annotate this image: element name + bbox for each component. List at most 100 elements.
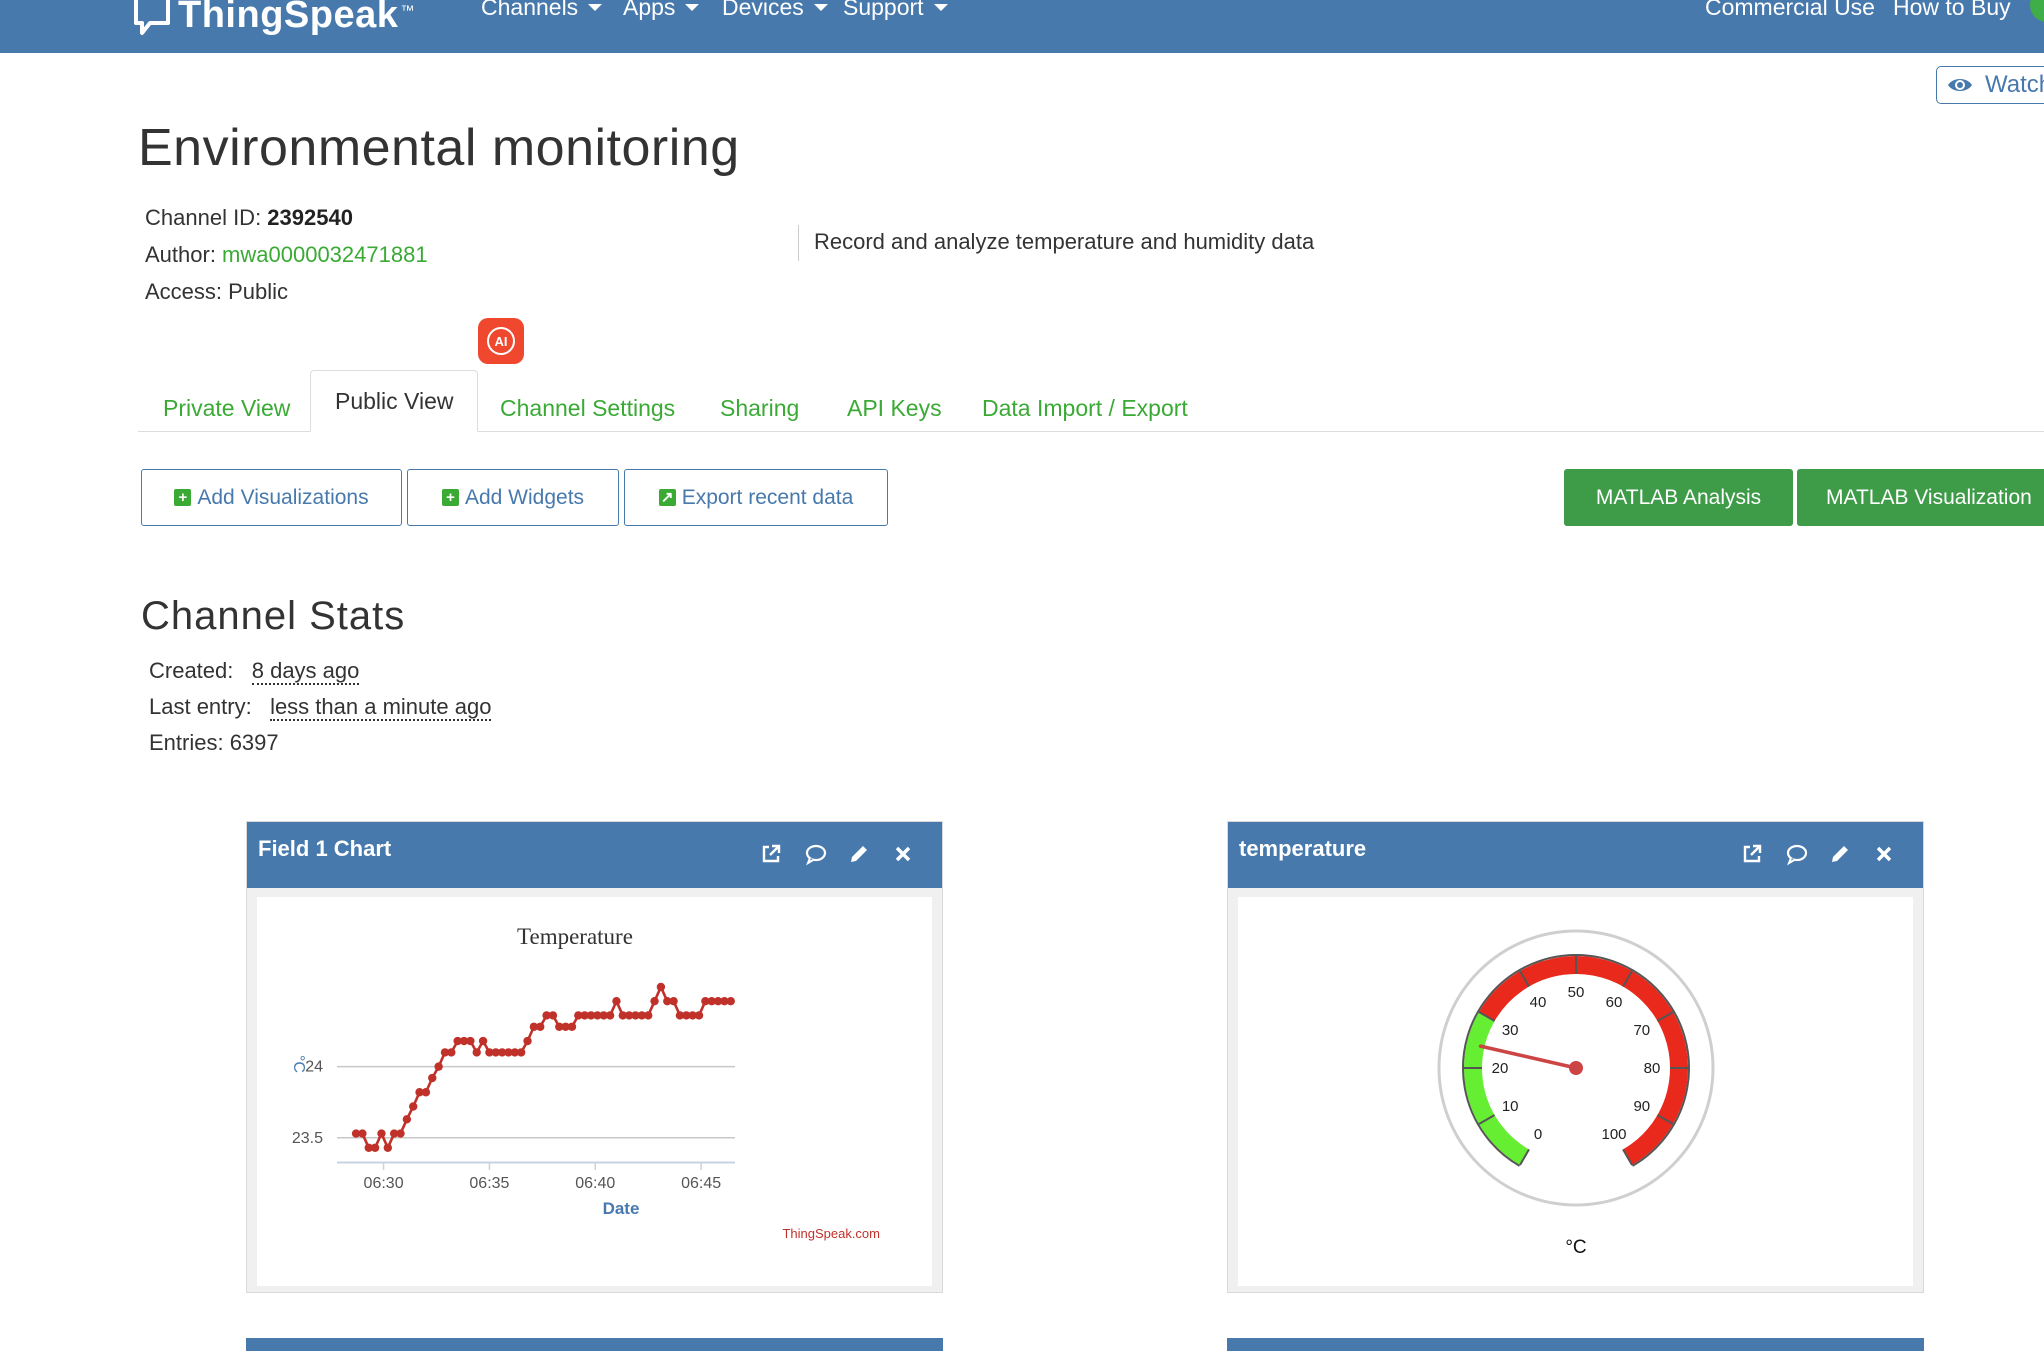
add-widgets-button[interactable]: + Add Widgets bbox=[407, 469, 619, 526]
data-point bbox=[548, 1011, 558, 1020]
data-point bbox=[605, 1011, 615, 1020]
page-title: Environmental monitoring bbox=[138, 119, 740, 177]
chart-title: Temperature bbox=[517, 924, 633, 949]
author-link[interactable]: mwa0000032471881 bbox=[222, 242, 428, 267]
data-point bbox=[644, 1011, 653, 1020]
nav-support[interactable]: Support bbox=[843, 0, 948, 21]
nav-channels[interactable]: Channels bbox=[481, 0, 603, 21]
nav-how-to-buy[interactable]: How to Buy bbox=[1893, 0, 2011, 21]
data-point bbox=[536, 1022, 545, 1031]
data-point bbox=[402, 1115, 412, 1124]
data-point bbox=[428, 1073, 437, 1083]
last-entry-value: less than a minute ago bbox=[270, 694, 492, 721]
author-label: Author: bbox=[145, 242, 223, 267]
user-avatar[interactable] bbox=[2030, 0, 2044, 22]
tab-channel-settings[interactable]: Channel Settings bbox=[500, 384, 675, 432]
panel-header: Field 1 Chart bbox=[247, 822, 942, 888]
gauge-tick-label: 50 bbox=[1568, 984, 1585, 1001]
panel-title: Field 1 Chart bbox=[258, 836, 392, 861]
data-point bbox=[669, 996, 678, 1006]
created-value: 8 days ago bbox=[251, 658, 360, 685]
gauge-tick-label: 10 bbox=[1502, 1098, 1519, 1115]
temperature-gauge: 0 10 20 30 40 50 60 70 80 90 100 °C bbox=[1437, 929, 1715, 1258]
panel-body: Temperature °C Date ThingSpeak.com 23.5 2… bbox=[257, 897, 932, 1286]
pencil-icon[interactable] bbox=[847, 842, 871, 866]
ai-assistant-button[interactable]: AI bbox=[478, 318, 524, 364]
data-point bbox=[694, 1011, 704, 1020]
data-point bbox=[434, 1062, 443, 1071]
next-panel-header bbox=[1227, 1338, 1924, 1351]
chart-credit[interactable]: ThingSpeak.com bbox=[782, 1226, 880, 1241]
matlab-visualization-button[interactable]: MATLAB Visualization bbox=[1797, 469, 2044, 526]
gauge-tick-label: 70 bbox=[1633, 1022, 1650, 1039]
add-visualizations-button[interactable]: + Add Visualizations bbox=[141, 469, 402, 526]
panel-body: 0 10 20 30 40 50 60 70 80 90 100 °C bbox=[1238, 897, 1913, 1286]
data-point bbox=[650, 996, 659, 1006]
matlab-analysis-button[interactable]: MATLAB Analysis bbox=[1564, 469, 1793, 526]
export-recent-data-button[interactable]: ↗ Export recent data bbox=[624, 469, 888, 526]
gauge-needle-pivot bbox=[1569, 1061, 1583, 1075]
y-tick-label: 24 bbox=[305, 1059, 323, 1076]
nav-apps[interactable]: Apps bbox=[623, 0, 700, 21]
data-point bbox=[612, 996, 621, 1006]
gauge-tick-label: 40 bbox=[1530, 994, 1547, 1011]
data-point bbox=[472, 1048, 481, 1057]
gauge-tick-label: 60 bbox=[1606, 994, 1623, 1011]
data-point bbox=[377, 1129, 386, 1138]
external-link-icon[interactable] bbox=[759, 842, 783, 866]
ai-icon: AI bbox=[487, 327, 515, 355]
chart-xlabel: Date bbox=[603, 1199, 640, 1218]
gauge-tick-label: 80 bbox=[1644, 1060, 1661, 1077]
tab-private-view[interactable]: Private View bbox=[163, 384, 290, 432]
gauge-tick-label: 30 bbox=[1502, 1022, 1519, 1039]
temperature-gauge-panel: temperature 0 10 20 30 40 50 60 70 80 90 100 °C bbox=[1227, 821, 1924, 1293]
temperature-line-chart: Temperature °C Date ThingSpeak.com 23.52… bbox=[290, 924, 880, 1241]
x-tick-label: 06:35 bbox=[469, 1175, 509, 1192]
chevron-down-icon bbox=[813, 4, 828, 11]
tab-sharing[interactable]: Sharing bbox=[720, 384, 799, 432]
plus-icon: + bbox=[441, 489, 459, 506]
x-tick-label: 06:30 bbox=[364, 1175, 404, 1192]
data-point bbox=[466, 1036, 475, 1046]
gauge-tick-label: 0 bbox=[1534, 1126, 1542, 1143]
brand-logo[interactable]: ThingSpeak ™ bbox=[132, 0, 414, 40]
panel-title: temperature bbox=[1239, 836, 1367, 861]
y-tick-label: 23.5 bbox=[292, 1130, 323, 1147]
data-point bbox=[656, 982, 666, 992]
comment-icon[interactable] bbox=[1785, 842, 1809, 866]
x-tick-label: 06:40 bbox=[575, 1175, 615, 1192]
gauge-unit: °C bbox=[1565, 1237, 1586, 1258]
brand-trademark: ™ bbox=[400, 2, 415, 18]
channel-description: Record and analyze temperature and humid… bbox=[814, 229, 1315, 254]
speech-bubble-logo-icon bbox=[134, 0, 170, 35]
add-visualizations-label: Add Visualizations bbox=[197, 485, 369, 509]
nav-apps-label: Apps bbox=[623, 0, 676, 20]
field1-chart-panel: Field 1 Chart Temperature °C Date ThingS… bbox=[246, 821, 943, 1293]
data-point bbox=[523, 1036, 532, 1046]
nav-commercial-use[interactable]: Commercial Use bbox=[1705, 0, 1875, 21]
close-icon[interactable] bbox=[1872, 842, 1896, 866]
watch-label: Watch bbox=[1985, 71, 2044, 98]
chevron-down-icon bbox=[588, 4, 603, 11]
data-point bbox=[447, 1048, 456, 1057]
stat-last-entry: Last entry: less than a minute ago bbox=[149, 694, 492, 721]
eye-icon bbox=[1948, 79, 1972, 91]
pencil-icon[interactable] bbox=[1828, 842, 1852, 866]
comment-icon[interactable] bbox=[804, 842, 828, 866]
tab-data-import-export[interactable]: Data Import / Export bbox=[982, 384, 1188, 432]
external-link-icon[interactable] bbox=[1740, 842, 1764, 866]
tab-api-keys[interactable]: API Keys bbox=[847, 384, 942, 432]
channel-id-value: 2392540 bbox=[267, 205, 353, 230]
data-point bbox=[396, 1129, 405, 1138]
tab-public-view[interactable]: Public View bbox=[310, 370, 479, 432]
export-icon: ↗ bbox=[658, 489, 676, 506]
export-label: Export recent data bbox=[681, 485, 854, 509]
data-point bbox=[358, 1129, 367, 1138]
x-tick-label: 06:45 bbox=[681, 1175, 721, 1192]
chevron-down-icon bbox=[685, 4, 700, 11]
brand-name: ThingSpeak bbox=[178, 0, 399, 36]
close-icon[interactable] bbox=[891, 842, 915, 866]
watch-button[interactable]: Watch bbox=[1936, 66, 2044, 104]
nav-devices[interactable]: Devices bbox=[722, 0, 828, 21]
stat-created: Created: 8 days ago bbox=[149, 658, 360, 685]
